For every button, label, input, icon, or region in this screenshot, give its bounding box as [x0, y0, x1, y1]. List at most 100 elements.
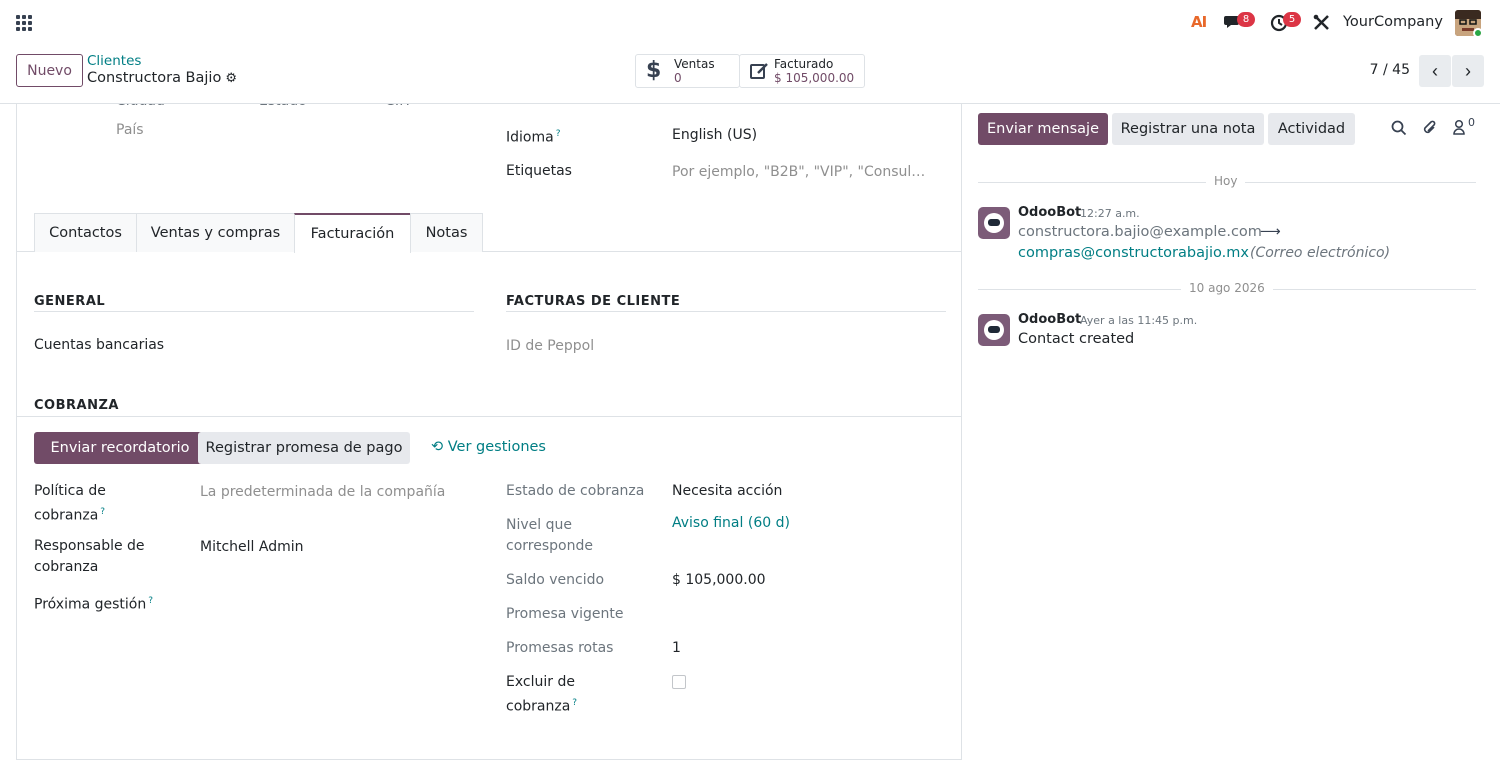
messages-icon[interactable]: 8: [1224, 12, 1255, 34]
general-section-title: GENERAL: [34, 294, 106, 309]
view-actions-label: Ver gestiones: [447, 439, 546, 455]
state-placeholder[interactable]: Estado: [259, 104, 307, 112]
online-status-dot: [1473, 28, 1481, 36]
odoobot-avatar[interactable]: [978, 207, 1010, 239]
message-author[interactable]: OdooBot: [1018, 312, 1081, 327]
tracking-new-value: compras@constructorabajio.mx: [1018, 245, 1249, 261]
send-message-button[interactable]: Enviar mensaje: [978, 113, 1108, 145]
date-separator-today: Hoy: [1206, 174, 1246, 188]
collection-policy-field[interactable]: La predeterminada de la compañía: [200, 482, 445, 503]
apps-menu-icon[interactable]: [16, 15, 32, 31]
language-label: Idioma?: [506, 124, 560, 149]
search-icon[interactable]: [1391, 120, 1407, 140]
broken-promises-value: 1: [672, 640, 681, 656]
help-icon[interactable]: ?: [556, 129, 561, 139]
collection-responsible-value[interactable]: Mitchell Admin: [200, 537, 304, 558]
breadcrumb-clients[interactable]: Clientes: [87, 53, 141, 69]
message-time: Ayer a las 11:45 p.m.: [1080, 314, 1198, 327]
peppol-id-field[interactable]: ID de Peppol: [506, 336, 594, 357]
send-reminder-button[interactable]: Enviar recordatorio: [34, 432, 206, 464]
invoiced-smart-value: $ 105,000.00: [774, 71, 855, 85]
sales-smart-label: Ventas: [674, 57, 715, 71]
pager-value: 7 / 45: [1369, 62, 1410, 78]
sales-smart-button[interactable]: $ Ventas 0: [635, 54, 740, 88]
collection-section-title: COBRANZA: [34, 398, 119, 413]
activity-button[interactable]: Actividad: [1268, 113, 1355, 145]
tab-ventas-compras[interactable]: Ventas y compras: [136, 213, 295, 252]
tracking-arrow-icon: ⟶: [1260, 224, 1281, 240]
paperclip-icon[interactable]: [1422, 119, 1438, 141]
level-link[interactable]: Aviso final (60 d): [672, 515, 790, 531]
collection-status-value: Necesita acción: [672, 483, 783, 499]
help-icon[interactable]: ?: [148, 596, 153, 606]
invoiced-smart-label: Facturado: [774, 57, 834, 71]
register-promise-button[interactable]: Registrar promesa de pago: [198, 432, 410, 464]
user-avatar[interactable]: [1455, 10, 1481, 36]
tags-label: Etiquetas: [506, 163, 572, 179]
activities-icon[interactable]: 5: [1270, 12, 1301, 34]
pager-next-button[interactable]: ›: [1452, 55, 1484, 87]
zip-placeholder[interactable]: C.P.: [385, 104, 410, 112]
next-action-label-text: Próxima gestión: [34, 596, 147, 613]
dollar-icon: $: [646, 58, 662, 83]
tab-facturacion[interactable]: Facturación: [294, 213, 411, 253]
message-body: Contact created: [1018, 331, 1135, 347]
top-navbar: AI 8 5 YourCompany: [0, 0, 1500, 46]
broken-promises-label: Promesas rotas: [506, 640, 614, 656]
invoiced-smart-button[interactable]: Facturado $ 105,000.00: [739, 54, 865, 88]
ai-icon[interactable]: AI: [1191, 13, 1207, 31]
history-icon: ⟲: [431, 439, 448, 455]
collection-status-label: Estado de cobranza: [506, 483, 645, 499]
general-divider: [34, 311, 474, 312]
tools-icon[interactable]: [1313, 14, 1330, 35]
city-placeholder[interactable]: Ciudad: [116, 104, 165, 112]
sales-smart-value: 0: [674, 71, 682, 85]
new-button[interactable]: Nuevo: [16, 54, 83, 87]
messages-badge: 8: [1237, 12, 1255, 27]
bank-accounts-label: Cuentas bancarias: [34, 337, 165, 353]
tracking-field-name: (Correo electrónico): [1250, 245, 1391, 261]
form-sheet: Ciudad Estado C.P. País Idioma? English …: [16, 104, 962, 760]
exclude-checkbox[interactable]: [672, 675, 686, 689]
date-separator-date: 10 ago 2026: [1181, 281, 1273, 295]
view-actions-link[interactable]: ⟲ Ver gestiones: [431, 439, 546, 455]
message-author[interactable]: OdooBot: [1018, 205, 1081, 220]
edit-icon: [750, 61, 770, 86]
active-promise-label: Promesa vigente: [506, 606, 624, 622]
record-title: Constructora Bajio ⚙: [87, 70, 237, 86]
control-panel: Nuevo Clientes Constructora Bajio ⚙ $ Ven…: [0, 46, 1500, 104]
exclude-label-text: Excluir de cobranza: [506, 674, 575, 715]
tab-notas[interactable]: Notas: [410, 213, 483, 252]
record-name-text: Constructora Bajio: [87, 70, 222, 86]
company-switcher[interactable]: YourCompany: [1343, 14, 1443, 30]
overdue-label: Saldo vencido: [506, 572, 605, 588]
tracking-old-value: constructora.bajio@example.com: [1018, 224, 1262, 240]
language-label-text: Idioma: [506, 129, 554, 146]
tab-contactos[interactable]: Contactos: [34, 213, 137, 252]
odoobot-avatar[interactable]: [978, 314, 1010, 346]
form-tabs: Contactos Ventas y compras Facturación N…: [17, 213, 961, 253]
collection-divider: [17, 416, 961, 417]
collection-responsible-label: Responsable de cobranza: [34, 538, 145, 575]
customer-invoices-section-title: FACTURAS DE CLIENTE: [506, 294, 681, 309]
level-label: Nivel que corresponde: [506, 517, 593, 554]
help-icon[interactable]: ?: [572, 698, 577, 708]
pager-previous-button[interactable]: ‹: [1419, 55, 1451, 87]
collection-policy-label-text: Política de cobranza: [34, 483, 106, 524]
exclude-label: Excluir de cobranza?: [506, 672, 606, 718]
language-value[interactable]: English (US): [672, 125, 757, 146]
help-icon[interactable]: ?: [100, 507, 105, 517]
gear-icon[interactable]: ⚙: [225, 71, 237, 86]
followers-count: 0: [1468, 116, 1475, 129]
activities-badge: 5: [1283, 12, 1301, 27]
collection-policy-label: Política de cobranza?: [34, 481, 134, 527]
message-time: 12:27 a.m.: [1080, 207, 1140, 220]
log-note-button[interactable]: Registrar una nota: [1112, 113, 1264, 145]
country-placeholder[interactable]: País: [116, 120, 144, 141]
tags-input[interactable]: Por ejemplo, "B2B", "VIP", "Consul…: [672, 162, 925, 183]
overdue-value: $ 105,000.00: [672, 572, 766, 588]
followers-icon[interactable]: [1453, 119, 1465, 139]
chatter-panel: Enviar mensaje Registrar una nota Activi…: [962, 104, 1500, 760]
next-action-label: Próxima gestión?: [34, 591, 153, 616]
customer-invoices-divider: [506, 311, 946, 312]
